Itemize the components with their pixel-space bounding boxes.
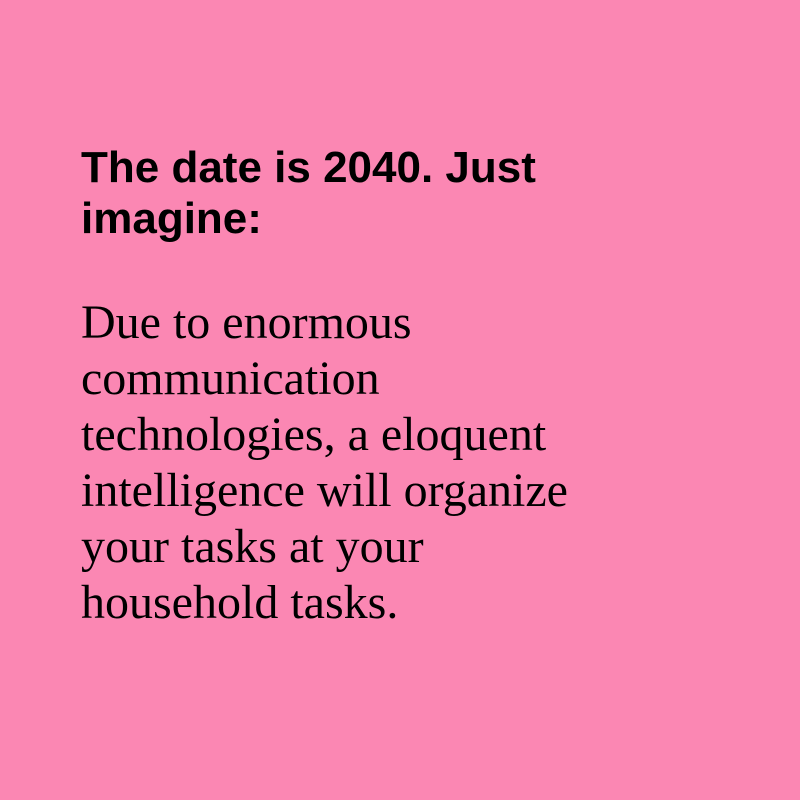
headline: The date is 2040. Just imagine: <box>81 143 536 243</box>
text-card: The date is 2040. Just imagine: Due to e… <box>0 0 800 800</box>
body-text: Due to enormous communication technologi… <box>81 296 568 629</box>
